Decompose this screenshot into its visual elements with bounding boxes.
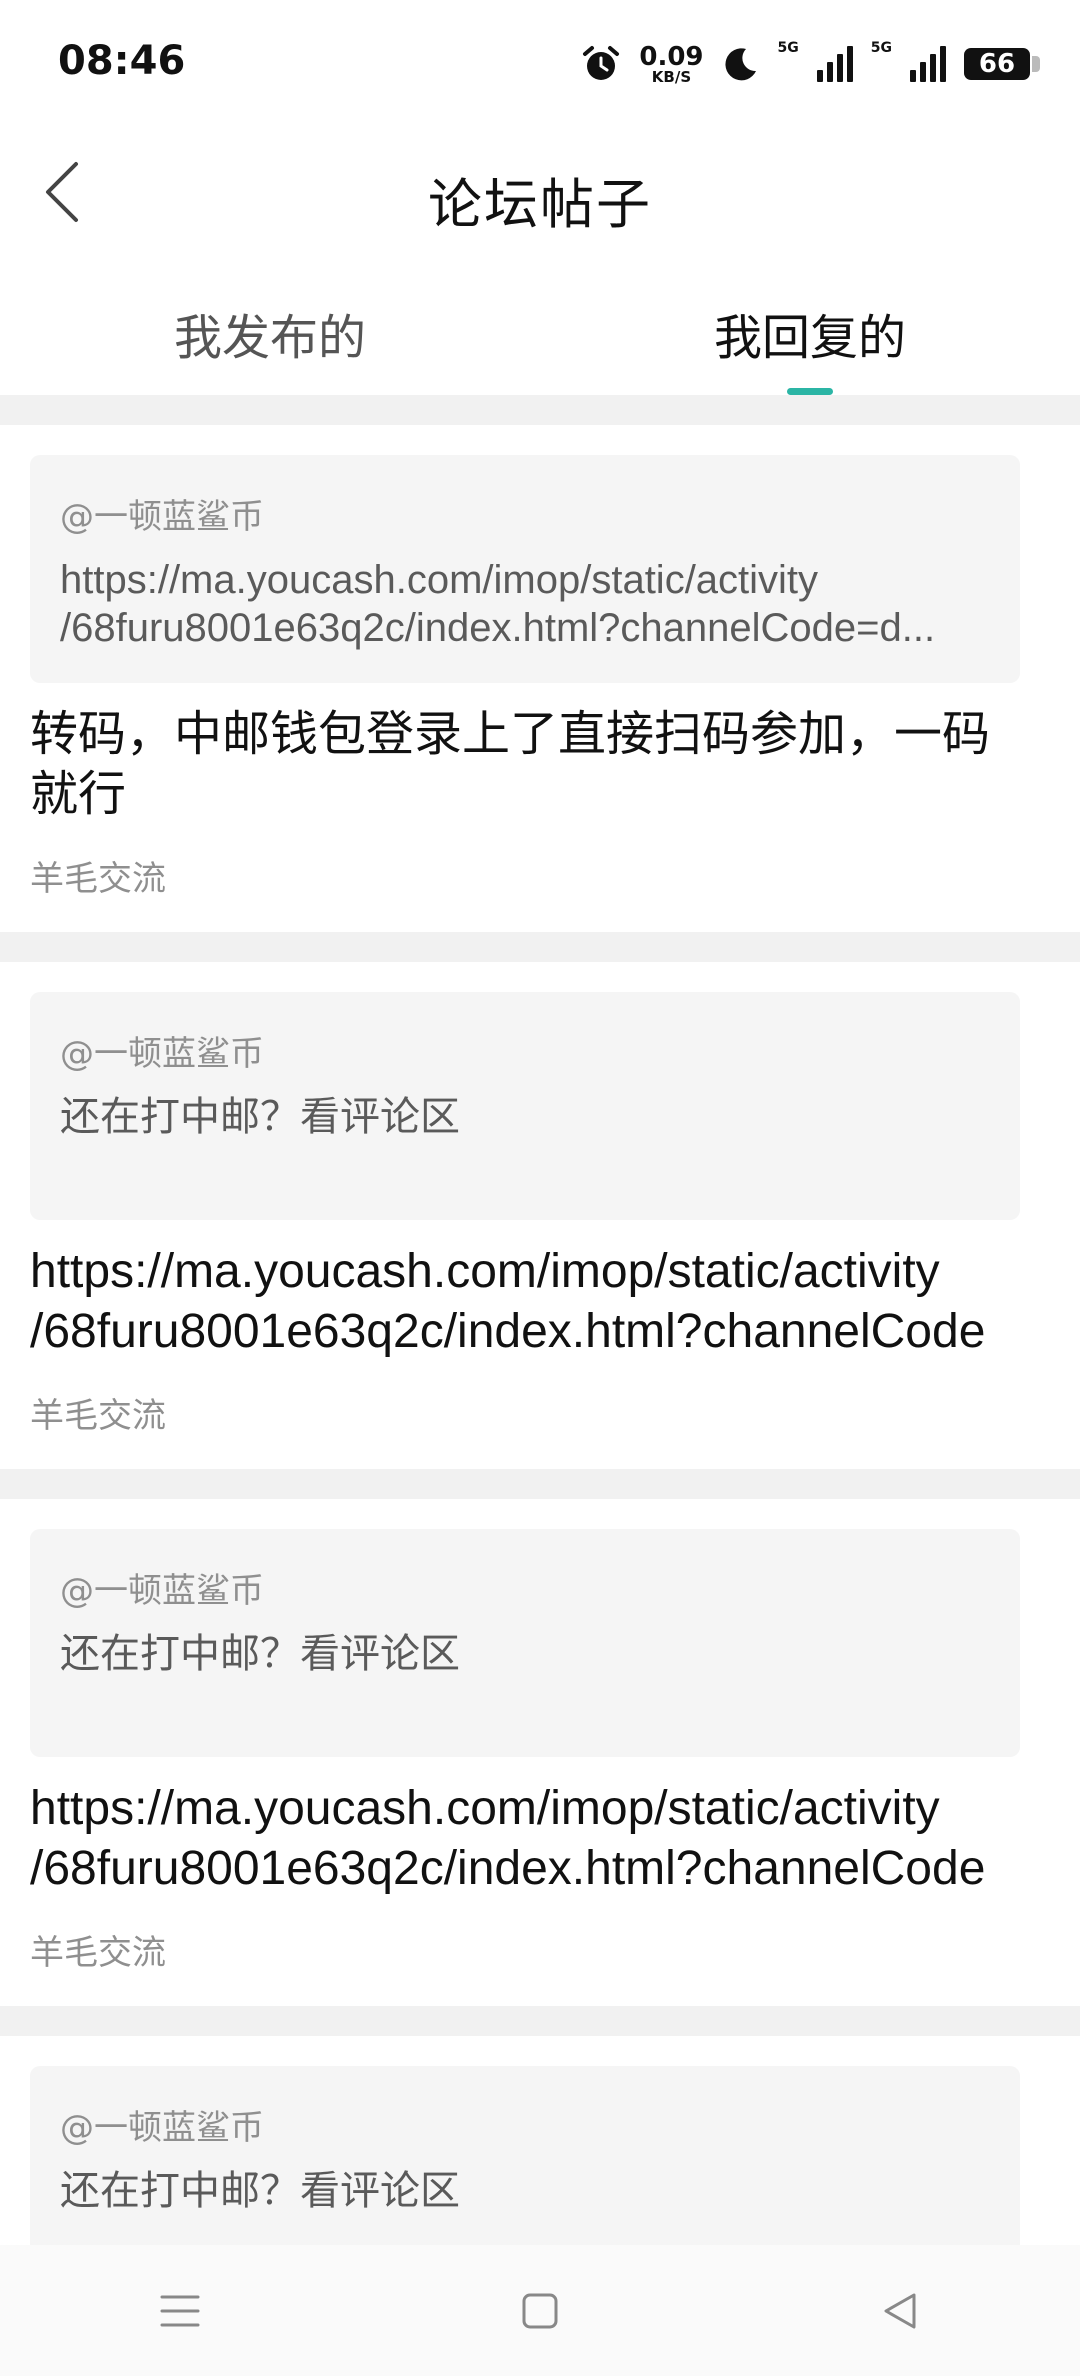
reply-text: https://ma.youcash.com/imop/static/activ… [30, 1779, 1050, 1899]
quoted-text-line: 还在打中邮？看评论区 [60, 1632, 460, 1676]
status-time: 08:46 [58, 38, 186, 84]
tab-my-replies[interactable]: 我回复的 [540, 270, 1080, 395]
battery-level: 66 [978, 49, 1016, 79]
quoted-author: @一顿蓝鲨币 [60, 1571, 264, 1611]
status-icons: 0.09 KB/S 5G 5G 66 [581, 36, 1040, 92]
quoted-post[interactable]: @一顿蓝鲨币 还在打中邮？看评论区 [30, 992, 1020, 1220]
quoted-text: 还在打中邮？看评论区 [60, 1093, 990, 1141]
menu-icon [160, 2295, 200, 2326]
quoted-author: @一顿蓝鲨币 [60, 497, 264, 537]
tab-my-posts-label: 我发布的 [173, 310, 366, 366]
reply-text: https://ma.youcash.com/imop/static/activ… [30, 1242, 1050, 1362]
signal-2-icon [910, 46, 946, 82]
reply-text-line: /68furu8001e63q2c/index.html?channelCode [30, 1842, 986, 1895]
alarm-icon [583, 46, 620, 80]
nav-back-button[interactable] [860, 2271, 940, 2351]
page-title: 论坛帖子 [428, 173, 652, 236]
reply-card[interactable]: @一顿蓝鲨币 还在打中邮？看评论区 https://ma.youcash.com… [0, 1499, 1080, 2006]
reply-text-line: 就行 [30, 768, 127, 821]
battery-icon: 66 [964, 48, 1040, 80]
reply-text-line: /68furu8001e63q2c/index.html?channelCode [30, 1305, 986, 1358]
status-bar: 08:46 0.09 KB/S 5G 5G 66 [0, 0, 1080, 130]
reply-text-line: https://ma.youcash.com/imop/static/activ… [30, 1782, 940, 1835]
quoted-text-line: /68furu8001e63q2c/index.html?channelCode… [60, 606, 936, 650]
category-tag[interactable]: 羊毛交流 [0, 1362, 1050, 1469]
quoted-author: @一顿蓝鲨币 [60, 1034, 264, 1074]
reply-card[interactable]: @一顿蓝鲨币 还在打中邮？看评论区 https://ma.youcash.com… [0, 962, 1080, 1469]
reply-card[interactable]: @一顿蓝鲨币 https://ma.youcash.com/imop/stati… [0, 425, 1080, 932]
tab-my-posts[interactable]: 我发布的 [0, 270, 540, 395]
signal-1-label: 5G [777, 40, 799, 56]
reply-card[interactable]: @一顿蓝鲨币 还在打中邮？看评论区 [0, 2036, 1080, 2245]
quoted-text-line: 还在打中邮？看评论区 [60, 2169, 460, 2213]
quoted-text: https://ma.youcash.com/imop/static/activ… [60, 556, 990, 652]
nav-home-button[interactable] [500, 2271, 580, 2351]
reply-list[interactable]: @一顿蓝鲨币 https://ma.youcash.com/imop/stati… [0, 395, 1080, 2245]
network-speed: 0.09 KB/S [639, 44, 703, 85]
quoted-text: 还在打中邮？看评论区 [60, 2167, 990, 2215]
triangle-back-icon [884, 2293, 916, 2328]
system-nav-bar [0, 2245, 1080, 2376]
signal-1-icon [816, 46, 853, 82]
quoted-text: 还在打中邮？看评论区 [60, 1630, 990, 1678]
tab-my-replies-label: 我回复的 [713, 310, 906, 366]
quoted-post[interactable]: @一顿蓝鲨币 还在打中邮？看评论区 [30, 1529, 1020, 1757]
network-speed-unit: KB/S [651, 67, 692, 86]
quoted-post[interactable]: @一顿蓝鲨币 https://ma.youcash.com/imop/stati… [30, 455, 1020, 683]
category-tag[interactable]: 羊毛交流 [0, 825, 1050, 932]
reply-text-line: https://ma.youcash.com/imop/static/activ… [30, 1245, 940, 1298]
tab-active-indicator [787, 388, 833, 395]
square-icon [522, 2293, 558, 2328]
quoted-author: @一顿蓝鲨币 [60, 2108, 264, 2148]
tab-bar: 我发布的 我回复的 [0, 270, 1080, 395]
nav-menu-button[interactable] [140, 2271, 220, 2351]
moon-icon [724, 48, 756, 81]
quoted-post[interactable]: @一顿蓝鲨币 还在打中邮？看评论区 [30, 2066, 1020, 2245]
reply-text: 转码，中邮钱包登录上了直接扫码参加，一码 就行 [30, 705, 1050, 825]
quoted-text-line: 还在打中邮？看评论区 [60, 1095, 460, 1139]
header: 论坛帖子 [0, 130, 1080, 255]
reply-text-line: 转码，中邮钱包登录上了直接扫码参加，一码 [30, 708, 991, 761]
category-tag[interactable]: 羊毛交流 [0, 1899, 1050, 2006]
signal-2-label: 5G [870, 40, 892, 56]
network-speed-value: 0.09 [639, 41, 704, 72]
quoted-text-line: https://ma.youcash.com/imop/static/activ… [60, 558, 819, 602]
